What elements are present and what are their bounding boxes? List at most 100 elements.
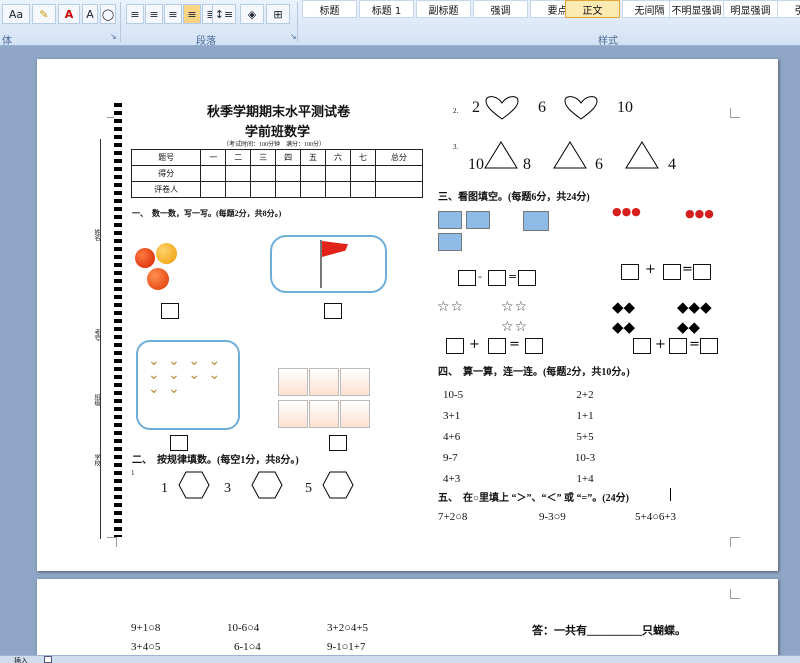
page-2[interactable]: 9+1○8 10-6○4 3+2○4+5 3+4○5 6-1○4 9-1○1+7… (37, 579, 778, 663)
oranges-image (133, 240, 183, 295)
style-intense-emphasis[interactable]: 明显强调 (723, 0, 778, 18)
char-shading-icon[interactable]: A (82, 4, 98, 24)
table-cell[interactable] (324, 165, 351, 182)
stars-image: ☆☆ (501, 299, 529, 315)
page-1[interactable]: 姓名 考号 班级 学校 秋季学期期末水平测试卷 学前班数学 （考试时间：100分… (37, 59, 778, 571)
font-color-icon[interactable]: A (58, 4, 80, 24)
expression[interactable]: 9-7 (443, 448, 463, 469)
justify-icon[interactable]: ≡ (183, 4, 201, 24)
table-header: 一 (200, 149, 227, 166)
compare-expression[interactable]: 3+4○5 (131, 641, 160, 653)
table-cell[interactable] (374, 165, 424, 182)
enclose-char-icon[interactable]: ◯ (100, 4, 116, 24)
answer-box[interactable] (488, 338, 506, 354)
question-number: 2. (453, 107, 459, 115)
table-cell[interactable] (324, 181, 351, 198)
answer-line[interactable]: 答：一共有＿＿＿＿＿只蝴蝶。 (532, 622, 686, 638)
expression[interactable]: 10-3 (573, 448, 597, 469)
compare-expression[interactable]: 9-1○1+7 (327, 641, 366, 653)
answer-box[interactable] (446, 338, 464, 354)
exam-info: （考试时间：100分钟 满分：100分） (223, 142, 326, 148)
table-cell: 评卷人 (130, 181, 202, 198)
style-heading1[interactable]: 标题 1 (359, 0, 414, 18)
answer-box[interactable] (324, 303, 342, 319)
answer-box[interactable] (700, 338, 718, 354)
answer-box[interactable] (329, 435, 347, 451)
table-cell[interactable] (349, 165, 376, 182)
style-subtitle[interactable]: 副标题 (416, 0, 471, 18)
line-spacing-icon[interactable]: ↕≡ (212, 4, 236, 24)
diamonds-image: ◆◆ (677, 318, 701, 336)
answer-box[interactable] (621, 264, 639, 280)
answer-box[interactable] (161, 303, 179, 319)
table-cell[interactable] (200, 181, 227, 198)
compare-expression[interactable]: 9-3○9 (539, 511, 566, 523)
change-case-button[interactable]: Aa (2, 4, 30, 24)
margin-label-name: 姓名 (93, 229, 99, 241)
answer-box[interactable] (170, 435, 188, 451)
compare-expression[interactable]: 7+2○8 (438, 511, 467, 523)
compare-expression[interactable]: 10-6○4 (227, 622, 259, 634)
align-center-icon[interactable]: ≡ (145, 4, 163, 24)
answer-box[interactable] (663, 264, 681, 280)
expression[interactable]: 2+2 (573, 385, 597, 406)
border-icon[interactable]: ⊞ (266, 4, 290, 24)
plus-sign: + (645, 262, 656, 277)
table-cell[interactable] (374, 181, 424, 198)
birds-image: ⌄ ⌄ ⌄ ⌄ ⌄ ⌄ ⌄ ⌄ ⌄ ⌄ (136, 340, 240, 430)
insert-mode-label[interactable]: 插入 (14, 656, 28, 663)
compare-expression[interactable]: 3+2○4+5 (327, 622, 368, 634)
paragraph-group-label: 段落 (196, 36, 216, 46)
table-cell[interactable] (300, 165, 326, 182)
table-cell[interactable] (300, 181, 326, 198)
style-normal[interactable]: 正文 (565, 0, 620, 18)
shading-icon[interactable]: ◈ (240, 4, 264, 24)
style-subtle-emphasis[interactable]: 不明显强调 (669, 0, 724, 18)
table-cell[interactable] (275, 165, 302, 182)
table-cell[interactable] (225, 165, 252, 182)
expression[interactable]: 1+4 (573, 469, 597, 490)
document-area[interactable]: 姓名 考号 班级 学校 秋季学期期末水平测试卷 学前班数学 （考试时间：100分… (0, 46, 800, 663)
crop-mark (730, 589, 740, 599)
expression[interactable]: 4+3 (443, 469, 463, 490)
answer-box[interactable] (693, 264, 711, 280)
style-quote[interactable]: 引用 (777, 0, 800, 18)
style-emphasis[interactable]: 强调 (473, 0, 528, 18)
compare-expression[interactable]: 9+1○8 (131, 622, 160, 634)
binding-line (114, 101, 122, 537)
table-cell[interactable] (349, 181, 376, 198)
expression[interactable]: 4+6 (443, 427, 463, 448)
table-cell[interactable] (200, 165, 227, 182)
compare-expression[interactable]: 6-1○4 (234, 641, 261, 653)
align-right-icon[interactable]: ≡ (164, 4, 182, 24)
font-dialog-launcher-icon[interactable]: ↘ (110, 32, 117, 41)
paragraph-dialog-launcher-icon[interactable]: ↘ (290, 32, 297, 41)
table-header: 题号 (130, 149, 202, 166)
styles-group-label: 样式 (598, 36, 618, 46)
status-bar: 插入 (0, 655, 800, 663)
compare-expression[interactable]: 5+4○6+3 (635, 511, 676, 523)
table-cell[interactable] (275, 181, 302, 198)
answer-box[interactable] (518, 270, 536, 286)
style-title[interactable]: 标题 (302, 0, 357, 18)
table-cell[interactable] (250, 165, 277, 182)
answer-box[interactable] (669, 338, 687, 354)
expression[interactable]: 1+1 (573, 406, 597, 427)
answer-box[interactable] (525, 338, 543, 354)
expression[interactable]: 5+5 (573, 427, 597, 448)
highlight-icon[interactable]: ✎ (32, 4, 56, 24)
answer-box[interactable] (458, 270, 476, 286)
table-cell[interactable] (250, 181, 277, 198)
answer-box[interactable] (488, 270, 506, 286)
align-left-icon[interactable]: ≡ (126, 4, 144, 24)
table-row: 评卷人 (130, 181, 424, 198)
answer-box[interactable] (633, 338, 651, 354)
expression[interactable]: 3+1 (443, 406, 463, 427)
expression[interactable]: 10-5 (443, 385, 463, 406)
divider (297, 2, 298, 42)
question-number: 3. (453, 143, 459, 151)
margin-label-school: 学校 (93, 454, 99, 466)
table-cell[interactable] (225, 181, 252, 198)
plus-sign: + (469, 337, 480, 352)
macro-icon[interactable] (44, 656, 52, 663)
